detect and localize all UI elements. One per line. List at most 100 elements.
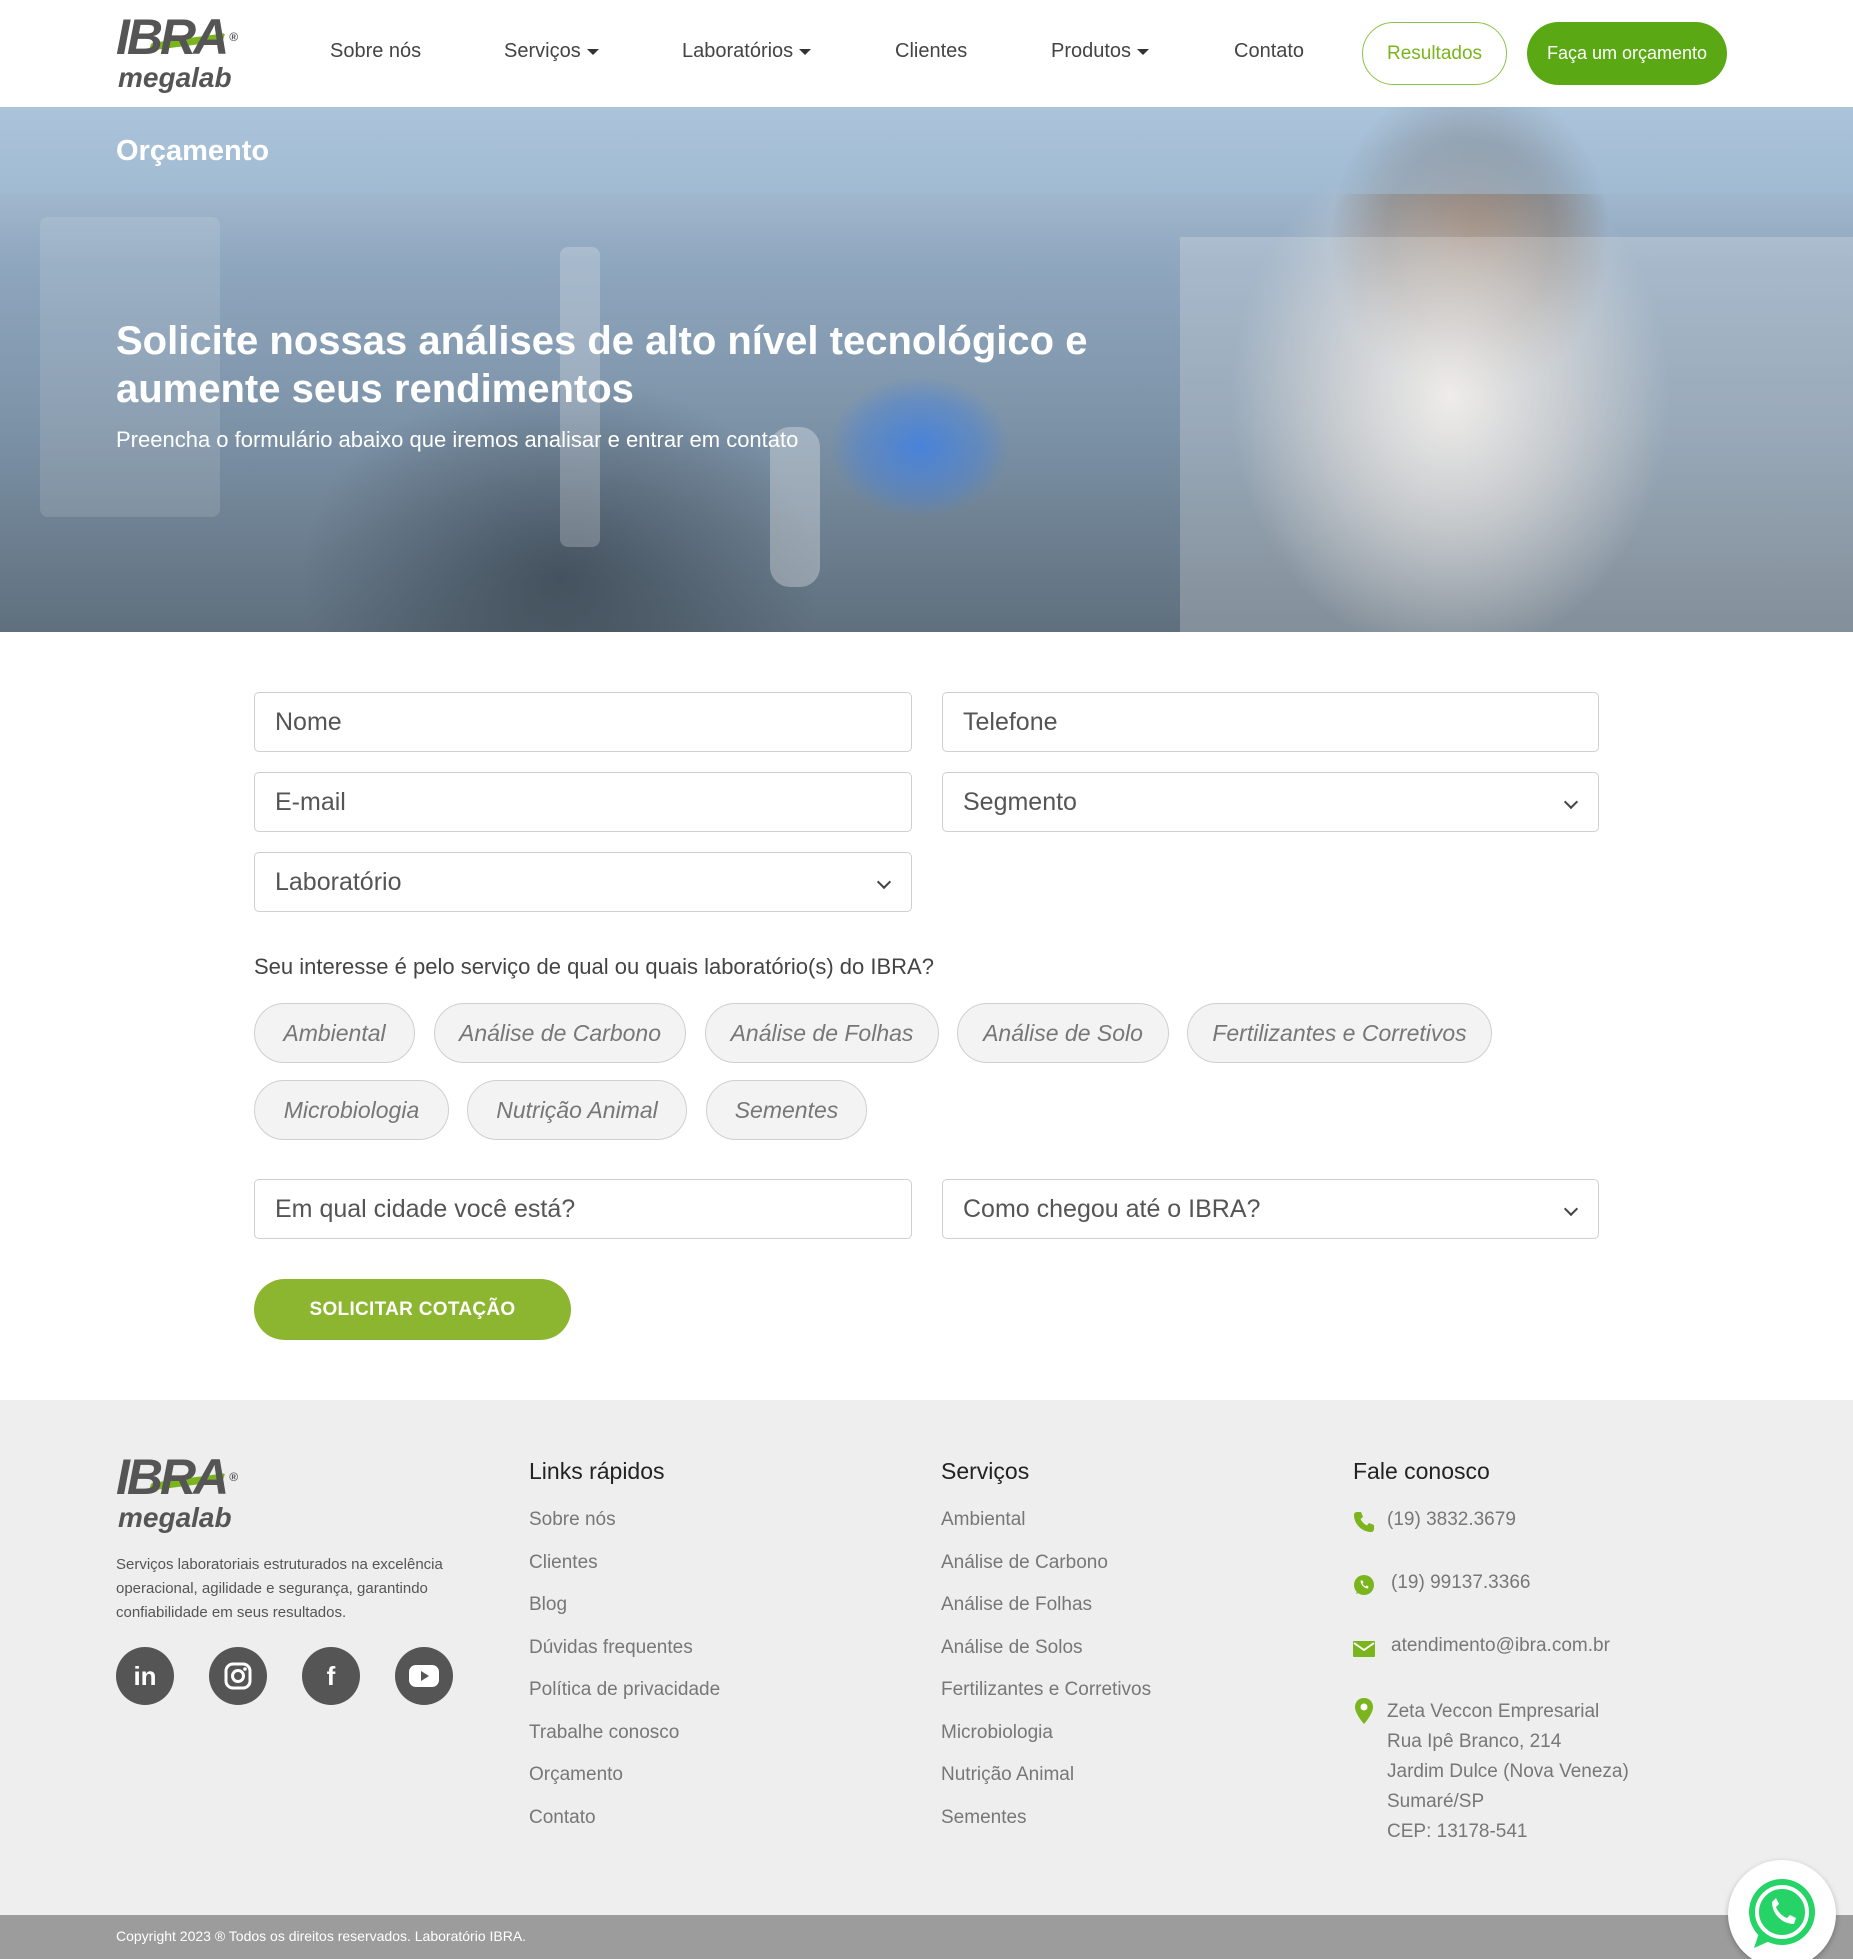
footer-link-privacidade[interactable]: Política de privacidade bbox=[529, 1679, 720, 1701]
phone-icon bbox=[1354, 1512, 1374, 1532]
laboratory-select[interactable]: Laboratório bbox=[254, 852, 912, 912]
address-line: Zeta Veccon Empresarial bbox=[1387, 1701, 1600, 1722]
segment-select[interactable]: Segmento bbox=[942, 772, 1599, 832]
ibra-logo[interactable]: IBRA ® megalab bbox=[116, 12, 256, 92]
address-line: Jardim Dulce (Nova Veneza) bbox=[1387, 1761, 1629, 1782]
nav-sobre-nos[interactable]: Sobre nós bbox=[330, 40, 421, 63]
results-button[interactable]: Resultados bbox=[1362, 22, 1507, 85]
nav-servicos[interactable]: Serviços bbox=[504, 40, 599, 63]
footer-service-nutricao[interactable]: Nutrição Animal bbox=[941, 1764, 1074, 1786]
footer-service-carbono[interactable]: Análise de Carbono bbox=[941, 1552, 1108, 1574]
footer-description: Serviços laboratoriais estruturados na e… bbox=[116, 1556, 443, 1621]
whatsapp-icon bbox=[1749, 1879, 1815, 1948]
chip-analise-carbono[interactable]: Análise de Carbono bbox=[434, 1003, 686, 1063]
footer-link-blog[interactable]: Blog bbox=[529, 1594, 567, 1616]
contact-email[interactable]: atendimento@ibra.com.br bbox=[1391, 1635, 1610, 1657]
caret-down-icon bbox=[586, 48, 599, 55]
footer-service-solos[interactable]: Análise de Solos bbox=[941, 1637, 1083, 1659]
source-label: Como chegou até o IBRA? bbox=[963, 1194, 1261, 1223]
caret-down-icon bbox=[799, 48, 812, 55]
address-line: Rua Ipê Branco, 214 bbox=[1387, 1731, 1562, 1752]
footer-link-orcamento[interactable]: Orçamento bbox=[529, 1764, 623, 1786]
email-icon bbox=[1353, 1641, 1375, 1657]
footer-link-contato[interactable]: Contato bbox=[529, 1807, 596, 1829]
footer-link-duvidas[interactable]: Dúvidas frequentes bbox=[529, 1637, 693, 1659]
footer-service-microbiologia[interactable]: Microbiologia bbox=[941, 1722, 1053, 1744]
hero-title: Solicite nossas análises de alto nível t… bbox=[116, 319, 1088, 411]
nav-produtos[interactable]: Produtos bbox=[1051, 40, 1150, 63]
linkedin-icon[interactable]: in bbox=[116, 1647, 174, 1705]
submit-quote-button[interactable]: SOLICITAR COTAÇÃO bbox=[254, 1279, 571, 1340]
chip-ambiental[interactable]: Ambiental bbox=[254, 1003, 415, 1063]
page-title: Orçamento bbox=[116, 135, 270, 167]
nav-label: Contato bbox=[1234, 40, 1305, 62]
chip-fertilizantes[interactable]: Fertilizantes e Corretivos bbox=[1187, 1003, 1492, 1063]
city-placeholder: Em qual cidade você está? bbox=[275, 1194, 576, 1223]
nav-contato[interactable]: Contato bbox=[1234, 40, 1304, 63]
contact-address: Zeta Veccon Empresarial Rua Ipê Branco, … bbox=[1387, 1697, 1629, 1847]
logo-sub: megalab bbox=[118, 1502, 232, 1533]
site-header: IBRA ® megalab Sobre nós Serviços Laborat… bbox=[0, 0, 1853, 107]
email-placeholder: E-mail bbox=[275, 787, 346, 816]
contact-title: Fale conosco bbox=[1353, 1458, 1490, 1484]
segment-label: Segmento bbox=[963, 787, 1077, 816]
logo-brand: IBRA bbox=[116, 1449, 229, 1505]
footer-ibra-logo[interactable]: IBRA ® megalab bbox=[116, 1452, 256, 1532]
quote-button[interactable]: Faça um orçamento bbox=[1527, 22, 1727, 85]
scientist-area bbox=[1180, 237, 1853, 632]
hero-breadcrumb-band bbox=[0, 107, 1853, 194]
address-line: Sumaré/SP bbox=[1387, 1791, 1485, 1812]
footer-link-trabalhe[interactable]: Trabalhe conosco bbox=[529, 1722, 679, 1744]
footer-service-fertilizantes[interactable]: Fertilizantes e Corretivos bbox=[941, 1679, 1151, 1701]
name-placeholder: Nome bbox=[275, 707, 342, 736]
nav-clientes[interactable]: Clientes bbox=[895, 40, 967, 63]
chip-analise-solo[interactable]: Análise de Solo bbox=[957, 1003, 1169, 1063]
chevron-down-icon bbox=[876, 874, 892, 890]
logo-sub: megalab bbox=[118, 62, 232, 93]
copyright-text: Copyright 2023 ® Todos os direitos reser… bbox=[116, 1928, 527, 1944]
footer-service-ambiental[interactable]: Ambiental bbox=[941, 1509, 1026, 1531]
services-title: Serviços bbox=[941, 1458, 1030, 1484]
chevron-down-icon bbox=[1563, 1201, 1579, 1217]
footer-link-clientes[interactable]: Clientes bbox=[529, 1552, 598, 1574]
facebook-icon[interactable]: f bbox=[302, 1647, 360, 1705]
copyright-bar: Copyright 2023 ® Todos os direitos reser… bbox=[0, 1915, 1853, 1959]
chevron-down-icon bbox=[1563, 794, 1579, 810]
nav-label: Clientes bbox=[895, 40, 968, 62]
footer-link-sobre-nos[interactable]: Sobre nós bbox=[529, 1509, 616, 1531]
address-line: CEP: 13178-541 bbox=[1387, 1821, 1528, 1842]
footer-service-sementes[interactable]: Sementes bbox=[941, 1807, 1027, 1829]
contact-phone[interactable]: (19) 3832.3679 bbox=[1387, 1509, 1516, 1531]
laboratory-label: Laboratório bbox=[275, 867, 402, 896]
source-select[interactable]: Como chegou até o IBRA? bbox=[942, 1179, 1599, 1239]
phone-input[interactable]: Telefone bbox=[942, 692, 1599, 752]
nav-label: Laboratórios bbox=[682, 40, 794, 62]
email-input[interactable]: E-mail bbox=[254, 772, 912, 832]
footer-service-folhas[interactable]: Análise de Folhas bbox=[941, 1594, 1092, 1616]
youtube-icon[interactable] bbox=[395, 1647, 453, 1705]
whatsapp-icon bbox=[1354, 1575, 1374, 1595]
phone-placeholder: Telefone bbox=[963, 707, 1058, 736]
chip-microbiologia[interactable]: Microbiologia bbox=[254, 1080, 449, 1140]
chip-sementes[interactable]: Sementes bbox=[706, 1080, 867, 1140]
chip-nutricao-animal[interactable]: Nutrição Animal bbox=[467, 1080, 687, 1140]
location-pin-icon bbox=[1355, 1698, 1373, 1724]
lab-interest-question: Seu interesse é pelo serviço de qual ou … bbox=[254, 954, 934, 979]
instagram-icon[interactable] bbox=[209, 1647, 267, 1705]
logo-brand: IBRA bbox=[116, 9, 229, 65]
contact-whatsapp[interactable]: (19) 99137.3366 bbox=[1391, 1572, 1530, 1594]
name-input[interactable]: Nome bbox=[254, 692, 912, 752]
quick-links-title: Links rápidos bbox=[529, 1458, 665, 1484]
city-input[interactable]: Em qual cidade você está? bbox=[254, 1179, 912, 1239]
registered-mark: ® bbox=[229, 1470, 239, 1484]
registered-mark: ® bbox=[229, 30, 239, 44]
nav-label: Sobre nós bbox=[330, 40, 422, 62]
nav-label: Produtos bbox=[1051, 40, 1132, 62]
nav-laboratorios[interactable]: Laboratórios bbox=[682, 40, 812, 63]
chip-analise-folhas[interactable]: Análise de Folhas bbox=[705, 1003, 939, 1063]
hero-subtitle: Preencha o formulário abaixo que iremos … bbox=[116, 427, 799, 452]
whatsapp-float-button[interactable] bbox=[1728, 1860, 1836, 1959]
nav-label: Serviços bbox=[504, 40, 581, 62]
hero-banner: Orçamento Solicite nossas análises de al… bbox=[0, 107, 1853, 632]
caret-down-icon bbox=[1137, 48, 1150, 55]
